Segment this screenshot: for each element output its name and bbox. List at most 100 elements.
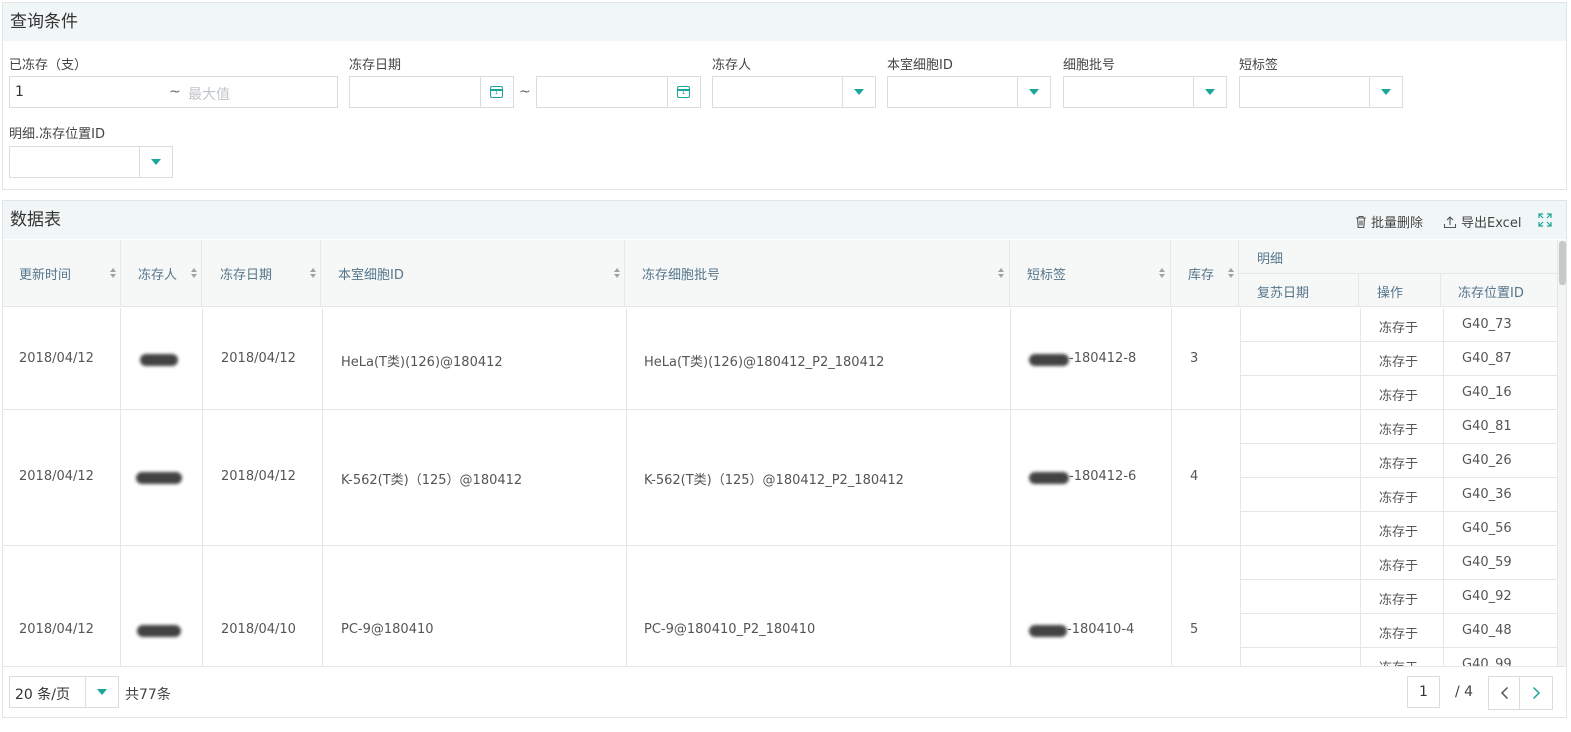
header-divider <box>1358 273 1359 307</box>
freeze-date-start-input[interactable]: 1 <box>349 76 514 108</box>
chevron-left-icon <box>1500 686 1509 700</box>
dropdown-button[interactable] <box>139 147 172 177</box>
table-row-2-short-label: -180412-6 <box>1069 469 1137 484</box>
trash-icon <box>1356 215 1366 229</box>
table-footer <box>3 666 1566 717</box>
table-row-2-freeze-date: 2018/04/12 <box>221 469 296 484</box>
dropdown-button[interactable] <box>1369 77 1402 107</box>
sort-icon[interactable] <box>310 268 316 278</box>
data-table-title: 数据表 <box>3 201 1566 239</box>
detail-operation: 冻存于 <box>1379 559 1419 574</box>
redacted-label-prefix <box>1029 472 1069 484</box>
frozen-count-max-input[interactable]: 最大值 <box>188 84 230 104</box>
batch-delete-button[interactable]: 批量删除 <box>1355 212 1423 231</box>
calendar-end-button[interactable]: 1 <box>667 77 700 107</box>
table-row-1-freeze-date: 2018/04/12 <box>221 351 296 366</box>
freeze-date-separator: ~ <box>519 84 531 100</box>
page-size-select[interactable]: 20 条/页 <box>9 676 119 708</box>
column-header-freeze-date[interactable]: 冻存日期 <box>220 264 272 283</box>
export-excel-button[interactable]: 导出Excel <box>1443 212 1521 231</box>
detail-location: G40_36 <box>1462 487 1512 502</box>
column-header-location: 冻存位置ID <box>1458 286 1524 301</box>
detail-location: G40_73 <box>1462 317 1512 332</box>
fullscreen-icon <box>1538 213 1552 227</box>
export-excel-label: 导出Excel <box>1461 216 1522 231</box>
redacted-name <box>136 472 182 484</box>
caret-down-icon <box>151 159 161 165</box>
table-scrollbar[interactable] <box>1557 240 1566 666</box>
column-header-batch[interactable]: 冻存细胞批号 <box>642 264 720 283</box>
chevron-right-icon <box>1532 686 1541 700</box>
prev-page-button[interactable] <box>1488 676 1522 710</box>
caret-down-icon <box>1381 89 1391 95</box>
detail-operation: 冻存于 <box>1379 657 1418 666</box>
batch-no-select[interactable] <box>1063 76 1227 108</box>
frozen-count-min-input[interactable]: 1 <box>15 84 24 100</box>
table-row-3-update-time: 2018/04/12 <box>19 622 94 637</box>
short-label-select[interactable] <box>1239 76 1403 108</box>
detail-location: G40_81 <box>1462 419 1512 434</box>
dropdown-button[interactable] <box>85 677 118 707</box>
detail-operation: 冻存于 <box>1379 627 1419 642</box>
detail-location: G40_99 <box>1462 657 1512 666</box>
freezer-person-label: 冻存人 <box>712 58 752 73</box>
detail-operation: 冻存于 <box>1379 525 1419 540</box>
detail-operation: 冻存于 <box>1379 389 1419 404</box>
header-divider <box>320 240 321 307</box>
header-divider <box>1009 240 1010 307</box>
detail-operation: 冻存于 <box>1379 321 1419 336</box>
sort-icon[interactable] <box>1228 268 1234 278</box>
caret-down-icon <box>97 689 107 695</box>
redacted-label-prefix <box>1029 625 1067 637</box>
next-page-button[interactable] <box>1519 676 1553 710</box>
table-row-2-update-time: 2018/04/12 <box>19 469 94 484</box>
sort-icon[interactable] <box>191 268 197 278</box>
table-row-1-cell-id: HeLa(T类)(126)@180412 <box>341 355 503 370</box>
table-row-3-cell-id: PC-9@180410 <box>341 622 434 637</box>
location-id-select[interactable] <box>9 146 173 178</box>
column-header-short-label[interactable]: 短标签 <box>1027 264 1066 283</box>
sort-icon[interactable] <box>1159 268 1165 278</box>
column-header-freezer[interactable]: 冻存人 <box>138 264 177 283</box>
batch-delete-label: 批量删除 <box>1371 216 1424 231</box>
table-row-1-update-time: 2018/04/12 <box>19 351 94 366</box>
caret-down-icon <box>1029 89 1039 95</box>
batch-no-label: 细胞批号 <box>1063 58 1116 73</box>
table-row-1-stock: 3 <box>1190 351 1199 366</box>
frozen-count-range: 1 ~ 最大值 <box>9 76 338 108</box>
freeze-date-label: 冻存日期 <box>349 58 402 73</box>
sort-icon[interactable] <box>110 268 116 278</box>
dropdown-button[interactable] <box>842 77 875 107</box>
freezer-person-select[interactable] <box>712 76 876 108</box>
caret-down-icon <box>854 89 864 95</box>
calendar-start-button[interactable]: 1 <box>480 77 513 107</box>
dropdown-button[interactable] <box>1193 77 1226 107</box>
caret-down-icon <box>1205 89 1215 95</box>
column-header-operation: 操作 <box>1377 286 1404 301</box>
column-header-stock[interactable]: 库存 <box>1188 264 1214 283</box>
sort-icon[interactable] <box>998 268 1004 278</box>
calendar-icon: 1 <box>677 86 690 98</box>
header-divider <box>120 240 121 307</box>
cell-id-select[interactable] <box>887 76 1051 108</box>
detail-operation: 冻存于 <box>1379 491 1419 506</box>
header-divider <box>624 240 625 307</box>
fullscreen-button[interactable] <box>1538 213 1552 231</box>
freeze-date-end-input[interactable]: 1 <box>536 76 701 108</box>
sort-icon[interactable] <box>614 268 620 278</box>
current-page-input[interactable]: 1 <box>1407 676 1440 708</box>
calendar-icon: 1 <box>490 86 503 98</box>
column-header-detail: 明细 <box>1257 252 1284 267</box>
frozen-count-label: 已冻存（支） <box>9 58 88 73</box>
header-divider <box>201 240 202 307</box>
header-divider <box>1440 273 1441 307</box>
location-id-label: 明细.冻存位置ID <box>9 127 105 142</box>
table-row-1-batch: HeLa(T类)(126)@180412_P2_180412 <box>644 355 885 370</box>
scrollbar-thumb[interactable] <box>1559 241 1566 285</box>
column-header-cell-id[interactable]: 本室细胞ID <box>338 264 404 283</box>
redacted-name <box>140 354 178 366</box>
dropdown-button[interactable] <box>1017 77 1050 107</box>
column-header-update-time[interactable]: 更新时间 <box>19 264 71 283</box>
total-count: 共77条 <box>125 687 171 703</box>
redacted-name <box>137 625 181 637</box>
